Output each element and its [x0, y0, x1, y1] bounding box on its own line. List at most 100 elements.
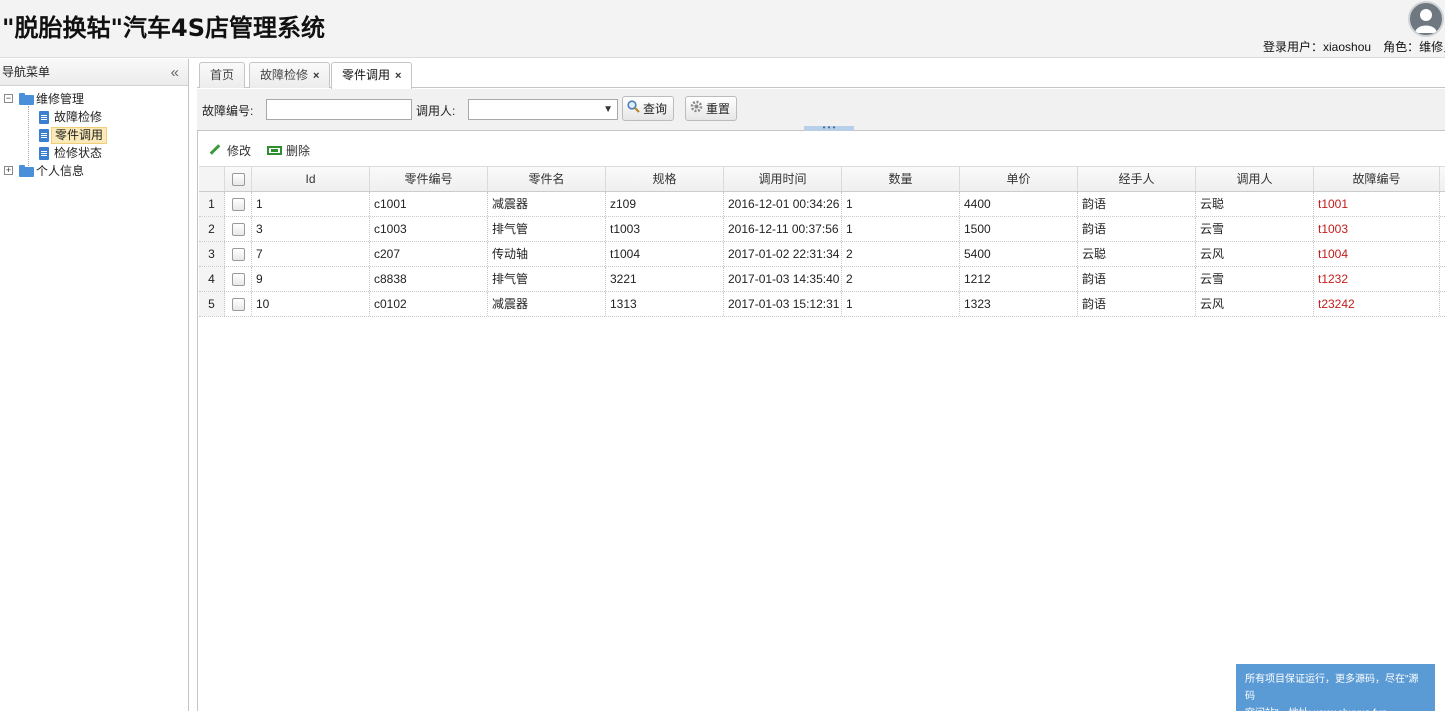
cell-fault-no: t1232 — [1314, 267, 1440, 291]
expand-node-icon[interactable]: + — [4, 166, 13, 175]
column-header[interactable]: 调用时间 — [724, 167, 842, 191]
select-all-checkbox-cell — [225, 167, 252, 191]
cell-spec: 3221 — [606, 267, 724, 291]
grid-toolbar: 修改 删除 — [199, 137, 1445, 165]
caller-label: 调用人: — [416, 104, 456, 118]
tree-group-repair[interactable]: − 维修管理 — [0, 90, 188, 108]
fault-no-label: 故障编号: — [202, 104, 254, 118]
cell-handler: 韵语 — [1078, 217, 1196, 241]
user-label: 登录用户： — [1263, 40, 1324, 54]
row-number: 5 — [199, 292, 225, 316]
folder-open-icon — [19, 93, 34, 105]
cell-time: 2017-01-03 14:35:40 — [724, 267, 842, 291]
table-row[interactable]: 4 9 c8838 排气管 3221 2017-01-03 14:35:40 2… — [199, 267, 1445, 292]
cell-caller: 云雪 — [1196, 267, 1314, 291]
username: xiaoshou — [1323, 40, 1372, 54]
row-checkbox[interactable] — [231, 198, 245, 212]
cell-caller: 云风 — [1196, 242, 1314, 266]
cell-id: 7 — [252, 242, 370, 266]
table-row[interactable]: 2 3 c1003 排气管 t1003 2016-12-11 00:37:56 … — [199, 217, 1445, 242]
cell-fault-no: t1001 — [1314, 192, 1440, 216]
column-header[interactable]: 零件编号 — [370, 167, 488, 191]
tree-item-parts-usage[interactable]: 零件调用 — [0, 126, 188, 144]
search-icon — [627, 97, 640, 120]
cell-part-name: 排气管 — [488, 267, 606, 291]
select-all-checkbox[interactable] — [231, 173, 245, 187]
role-label: 角色： — [1383, 40, 1420, 54]
row-checkbox[interactable] — [231, 248, 245, 262]
caller-select[interactable]: ▼ — [468, 99, 618, 120]
table-row[interactable]: 1 1 c1001 减震器 z109 2016-12-01 00:34:26 1… — [199, 192, 1445, 217]
column-header[interactable]: 调用人 — [1196, 167, 1314, 191]
column-header[interactable]: 单价 — [960, 167, 1078, 191]
cell-part-no: c0102 — [370, 292, 488, 316]
reset-button[interactable]: 重置 — [685, 96, 738, 121]
nav-sidebar-header: 导航菜单 « — [0, 59, 188, 86]
cell-part-name: 传动轴 — [488, 242, 606, 266]
tab-label: 首页 — [210, 68, 235, 82]
column-header[interactable]: 经手人 — [1078, 167, 1196, 191]
cell-price: 1323 — [960, 292, 1078, 316]
row-checkbox[interactable] — [231, 273, 245, 287]
cell-caller: 云聪 — [1196, 192, 1314, 216]
nav-title: 导航菜单 — [2, 65, 51, 79]
panel-splitter-handle[interactable]: • • • — [804, 124, 854, 132]
query-button[interactable]: 查询 — [622, 96, 675, 121]
column-header[interactable]: 零件名 — [488, 167, 606, 191]
column-header[interactable]: 故障编号 — [1314, 167, 1440, 191]
close-icon[interactable]: × — [395, 70, 401, 82]
row-checkbox-cell — [225, 292, 252, 316]
row-number: 4 — [199, 267, 225, 291]
edit-button[interactable]: 修改 — [209, 142, 251, 159]
cell-fault-no: t1004 — [1314, 242, 1440, 266]
table-row[interactable]: 5 10 c0102 减震器 1313 2017-01-03 15:12:31 … — [199, 292, 1445, 317]
user-avatar-icon[interactable] — [1408, 1, 1444, 37]
delete-button-label: 删除 — [286, 144, 311, 158]
tree-group-personal-info[interactable]: + 个人信息 — [0, 162, 188, 180]
column-header[interactable]: 数量 — [842, 167, 960, 191]
cell-part-name: 减震器 — [488, 292, 606, 316]
cell-qty: 2 — [842, 242, 960, 266]
cell-part-name: 减震器 — [488, 192, 606, 216]
column-header[interactable]: Id — [252, 167, 370, 191]
row-checkbox[interactable] — [231, 223, 245, 237]
nav-sidebar: 导航菜单 « − 维修管理 故障检修 零件调用 检修状态 + 个人信息 — [0, 59, 189, 711]
cell-handler: 韵语 — [1078, 192, 1196, 216]
tab-home[interactable]: 首页 — [199, 62, 246, 88]
cell-spec: 1313 — [606, 292, 724, 316]
cell-time: 2016-12-01 00:34:26 — [724, 192, 842, 216]
row-checkbox-cell — [225, 267, 252, 291]
tree-item-label: 零件调用 — [51, 127, 108, 144]
tab-parts-usage[interactable]: 零件调用 × — [331, 62, 413, 89]
tree-item-repair-status[interactable]: 检修状态 — [0, 144, 188, 162]
content-left-border — [197, 131, 198, 711]
cell-caller: 云雪 — [1196, 217, 1314, 241]
cell-part-name: 排气管 — [488, 217, 606, 241]
column-header[interactable]: 规格 — [606, 167, 724, 191]
nav-tree: − 维修管理 故障检修 零件调用 检修状态 + 个人信息 — [0, 86, 188, 180]
row-checkbox[interactable] — [231, 298, 245, 312]
row-number: 2 — [199, 217, 225, 241]
cell-part-no: c207 — [370, 242, 488, 266]
promo-line-2: 空间站"，地址: www.shuyue.fun — [1245, 708, 1387, 719]
row-checkbox-cell — [225, 217, 252, 241]
delete-icon — [267, 146, 282, 156]
fault-no-input[interactable] — [266, 99, 412, 120]
table-row[interactable]: 3 7 c207 传动轴 t1004 2017-01-02 22:31:34 2… — [199, 242, 1445, 267]
chevron-down-icon: ▼ — [603, 104, 613, 115]
tab-fault-repair[interactable]: 故障检修 × — [249, 62, 331, 88]
close-icon[interactable]: × — [313, 70, 319, 82]
cell-qty: 2 — [842, 267, 960, 291]
collapse-node-icon[interactable]: − — [4, 94, 13, 103]
tree-group-label: 维修管理 — [36, 92, 85, 106]
row-checkbox-cell — [225, 242, 252, 266]
delete-button[interactable]: 删除 — [267, 142, 310, 159]
collapse-icon[interactable]: « — [171, 59, 179, 86]
tree-item-label: 故障检修 — [54, 110, 103, 124]
file-icon — [39, 147, 49, 160]
cell-qty: 1 — [842, 192, 960, 216]
tree-item-fault-repair[interactable]: 故障检修 — [0, 108, 188, 126]
cell-spec: t1003 — [606, 217, 724, 241]
query-button-label: 查询 — [643, 102, 668, 116]
cell-id: 3 — [252, 217, 370, 241]
